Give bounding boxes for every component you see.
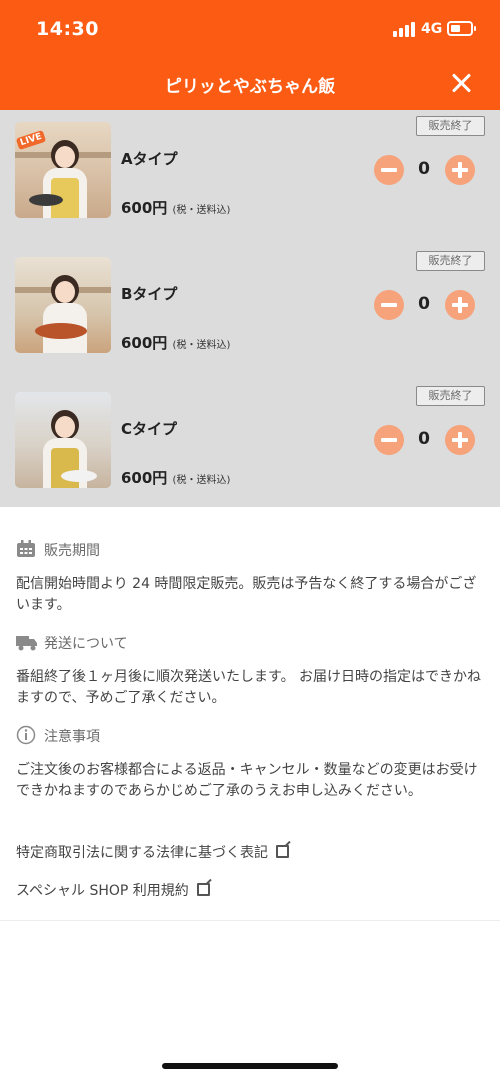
truck-icon	[16, 633, 37, 651]
page-title: ピリッとやぶちゃん飯	[164, 77, 336, 97]
product-name: Bタイプ	[121, 285, 178, 303]
product-image-c	[15, 392, 111, 488]
section-text-shipping: 番組終了後１ヶ月後に順次発送いたします。 お届け日時の指定はできかねますので、予…	[16, 669, 482, 706]
link-label[interactable]: スペシャル SHOP 利用規約	[16, 883, 189, 899]
battery-level	[451, 25, 460, 32]
status-time: 14:30	[36, 18, 99, 40]
home-indicator[interactable]	[162, 1063, 338, 1069]
product-name: Aタイプ	[121, 150, 178, 168]
battery-icon	[447, 21, 476, 36]
calendar-icon	[16, 540, 36, 558]
tax-note: (税・送料込)	[172, 205, 231, 216]
link-commerce-law[interactable]: 特定商取引法に関する法律に基づく表記	[16, 842, 289, 862]
decrement-button[interactable]	[374, 290, 404, 320]
tax-note: (税・送料込)	[172, 475, 231, 486]
product-price: 600円 (税・送料込)	[121, 197, 230, 218]
product-image-b	[15, 257, 111, 353]
link-label[interactable]: 特定商取引法に関する法律に基づく表記	[16, 845, 268, 861]
close-icon[interactable]	[448, 70, 474, 96]
status-bar: 14:30 4G	[0, 0, 500, 60]
increment-button[interactable]	[445, 425, 475, 455]
product-item-a: LIVE 販売終了 Aタイプ 0 600円 (税・送料込)	[0, 110, 500, 245]
section-title-sales-period: 販売期間	[44, 543, 100, 559]
divider	[0, 920, 500, 921]
link-shop-terms[interactable]: スペシャル SHOP 利用規約	[16, 880, 210, 900]
header-bar: 14:30 4G ピリッとやぶちゃん飯	[0, 0, 500, 110]
decrement-button[interactable]	[374, 155, 404, 185]
price-value: 600円	[121, 199, 168, 217]
price-value: 600円	[121, 469, 168, 487]
external-link-icon	[196, 883, 210, 896]
tax-note: (税・送料込)	[172, 340, 231, 351]
quantity-value: 0	[418, 429, 430, 449]
product-item-c: 販売終了 Cタイプ 0 600円 (税・送料込)	[0, 380, 500, 515]
product-price: 600円 (税・送料込)	[121, 332, 230, 353]
section-title-notes: 注意事項	[44, 729, 100, 745]
increment-button[interactable]	[445, 155, 475, 185]
section-text-notes: ご注文後のお客様都合による返品・キャンセル・数量などの変更はお受けできかねますの…	[16, 762, 478, 799]
network-label: 4G	[421, 21, 443, 37]
product-item-b: 販売終了 Bタイプ 0 600円 (税・送料込)	[0, 245, 500, 380]
section-text-sales-period: 配信開始時間より 24 時間限定販売。販売は予告なく終了する場合がございます。	[16, 576, 477, 613]
product-image-a: LIVE	[15, 122, 111, 218]
signal-icon	[393, 22, 417, 37]
external-link-icon	[276, 845, 289, 858]
decrement-button[interactable]	[374, 425, 404, 455]
product-price: 600円 (税・送料込)	[121, 467, 230, 488]
product-name: Cタイプ	[121, 420, 178, 438]
quantity-value: 0	[418, 159, 430, 179]
product-list: LIVE 販売終了 Aタイプ 0 600円 (税・送料込) 販売終了 Bタイプ …	[0, 110, 500, 507]
quantity-value: 0	[418, 294, 430, 314]
sold-out-badge: 販売終了	[416, 116, 485, 136]
sold-out-badge: 販売終了	[416, 251, 485, 271]
info-icon	[16, 725, 36, 745]
increment-button[interactable]	[445, 290, 475, 320]
section-title-shipping: 発送について	[44, 636, 128, 652]
sold-out-badge: 販売終了	[416, 386, 485, 406]
price-value: 600円	[121, 334, 168, 352]
